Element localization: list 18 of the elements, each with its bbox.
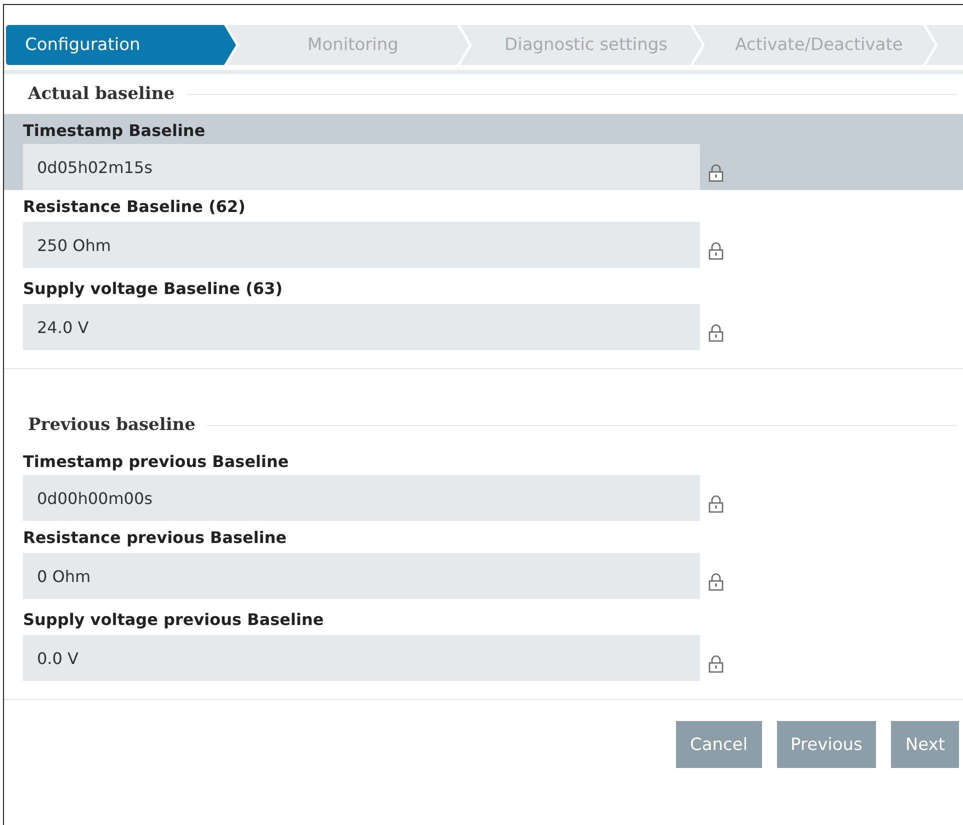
field-label: Resistance previous Baseline [23,527,288,549]
wizard-step-tab[interactable]: Configuration [6,25,236,65]
input-field[interactable]: 24.0 V [23,304,700,350]
footer-button[interactable]: Cancel [676,721,762,768]
group-legend: Actual baseline [28,84,187,104]
field-label: Timestamp Baseline [23,120,206,142]
field-label: Supply voltage Baseline (63) [23,278,284,300]
field-label: Timestamp previous Baseline [23,451,290,473]
input-field[interactable]: 0.0 V [23,635,700,681]
input-field[interactable]: 0d05h02m15s [23,144,700,190]
input-field[interactable]: 0d00h00m00s [23,475,700,521]
input-field[interactable]: 0 Ohm [23,553,700,599]
footer-button[interactable]: Next [891,721,959,768]
field-label: Resistance Baseline (62) [23,196,246,218]
input-field[interactable]: 250 Ohm [23,222,700,268]
footer-button[interactable]: Previous [776,721,876,768]
group-legend: Previous baseline [28,415,208,435]
field-label: Supply voltage previous Baseline [23,609,325,631]
